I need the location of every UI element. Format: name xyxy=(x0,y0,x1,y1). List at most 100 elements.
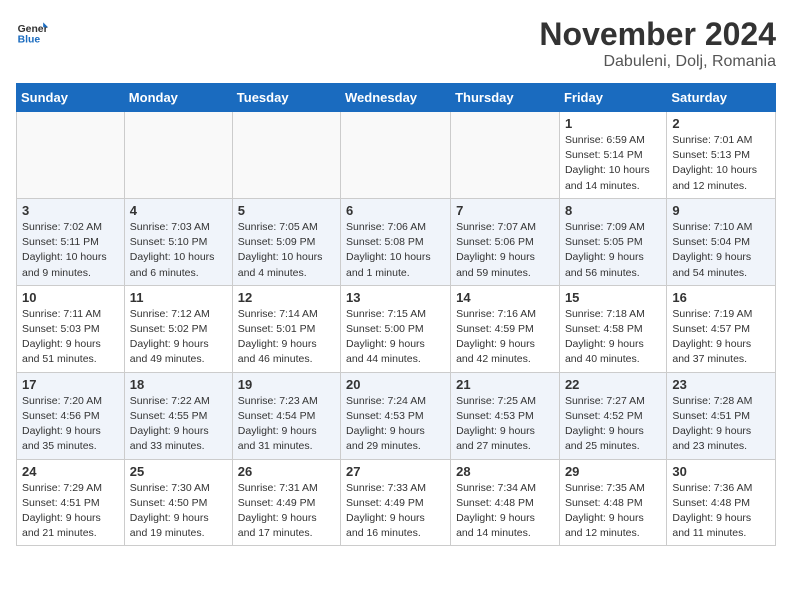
day-info: Sunrise: 7:16 AM Sunset: 4:59 PM Dayligh… xyxy=(456,307,554,368)
calendar-cell: 16 Sunrise: 7:19 AM Sunset: 4:57 PM Dayli… xyxy=(667,285,776,372)
day-number: 9 xyxy=(672,203,770,218)
calendar-week-row: 24 Sunrise: 7:29 AM Sunset: 4:51 PM Dayli… xyxy=(17,459,776,546)
day-number: 14 xyxy=(456,290,554,305)
calendar-cell: 24 Sunrise: 7:29 AM Sunset: 4:51 PM Dayli… xyxy=(17,459,125,546)
day-info: Sunrise: 7:31 AM Sunset: 4:49 PM Dayligh… xyxy=(238,481,335,542)
day-number: 5 xyxy=(238,203,335,218)
day-info: Sunrise: 7:34 AM Sunset: 4:48 PM Dayligh… xyxy=(456,481,554,542)
day-info: Sunrise: 7:01 AM Sunset: 5:13 PM Dayligh… xyxy=(672,133,770,194)
location: Dabuleni, Dolj, Romania xyxy=(539,53,776,71)
calendar-cell: 30 Sunrise: 7:36 AM Sunset: 4:48 PM Dayli… xyxy=(667,459,776,546)
day-info: Sunrise: 7:29 AM Sunset: 4:51 PM Dayligh… xyxy=(22,481,119,542)
calendar-cell: 11 Sunrise: 7:12 AM Sunset: 5:02 PM Dayli… xyxy=(124,285,232,372)
day-number: 12 xyxy=(238,290,335,305)
weekday-header-friday: Friday xyxy=(559,84,666,112)
weekday-header-sunday: Sunday xyxy=(17,84,125,112)
calendar-cell: 4Sunrise: 7:03 AM Sunset: 5:10 PM Daylig… xyxy=(124,198,232,285)
day-number: 26 xyxy=(238,464,335,479)
day-info: Sunrise: 7:06 AM Sunset: 5:08 PM Dayligh… xyxy=(346,220,445,281)
day-number: 1 xyxy=(565,116,661,131)
day-number: 13 xyxy=(346,290,445,305)
calendar-week-row: 17Sunrise: 7:20 AM Sunset: 4:56 PM Dayli… xyxy=(17,372,776,459)
day-info: Sunrise: 7:03 AM Sunset: 5:10 PM Dayligh… xyxy=(130,220,227,281)
month-title: November 2024 xyxy=(539,16,776,53)
day-info: Sunrise: 7:23 AM Sunset: 4:54 PM Dayligh… xyxy=(238,394,335,455)
day-number: 3 xyxy=(22,203,119,218)
day-info: Sunrise: 7:02 AM Sunset: 5:11 PM Dayligh… xyxy=(22,220,119,281)
day-number: 7 xyxy=(456,203,554,218)
calendar-cell xyxy=(451,112,560,199)
calendar-cell: 5 Sunrise: 7:05 AM Sunset: 5:09 PM Daylig… xyxy=(232,198,340,285)
calendar-week-row: 1 Sunrise: 6:59 AM Sunset: 5:14 PM Daylig… xyxy=(17,112,776,199)
day-info: Sunrise: 7:18 AM Sunset: 4:58 PM Dayligh… xyxy=(565,307,661,368)
calendar-cell xyxy=(124,112,232,199)
day-number: 17 xyxy=(22,377,119,392)
calendar-cell: 10Sunrise: 7:11 AM Sunset: 5:03 PM Dayli… xyxy=(17,285,125,372)
day-info: Sunrise: 7:12 AM Sunset: 5:02 PM Dayligh… xyxy=(130,307,227,368)
day-info: Sunrise: 7:19 AM Sunset: 4:57 PM Dayligh… xyxy=(672,307,770,368)
calendar-cell: 25 Sunrise: 7:30 AM Sunset: 4:50 PM Dayli… xyxy=(124,459,232,546)
calendar-cell xyxy=(17,112,125,199)
day-number: 10 xyxy=(22,290,119,305)
day-info: Sunrise: 7:22 AM Sunset: 4:55 PM Dayligh… xyxy=(130,394,227,455)
day-number: 29 xyxy=(565,464,661,479)
calendar-cell: 27 Sunrise: 7:33 AM Sunset: 4:49 PM Dayli… xyxy=(341,459,451,546)
day-number: 24 xyxy=(22,464,119,479)
calendar-cell: 6 Sunrise: 7:06 AM Sunset: 5:08 PM Daylig… xyxy=(341,198,451,285)
day-number: 25 xyxy=(130,464,227,479)
weekday-header-wednesday: Wednesday xyxy=(341,84,451,112)
day-number: 8 xyxy=(565,203,661,218)
day-info: Sunrise: 7:24 AM Sunset: 4:53 PM Dayligh… xyxy=(346,394,445,455)
day-number: 11 xyxy=(130,290,227,305)
calendar-table: SundayMondayTuesdayWednesdayThursdayFrid… xyxy=(16,83,776,546)
day-number: 28 xyxy=(456,464,554,479)
title-section: November 2024 Dabuleni, Dolj, Romania xyxy=(539,16,776,71)
day-number: 27 xyxy=(346,464,445,479)
calendar-week-row: 3 Sunrise: 7:02 AM Sunset: 5:11 PM Daylig… xyxy=(17,198,776,285)
calendar-cell: 21 Sunrise: 7:25 AM Sunset: 4:53 PM Dayli… xyxy=(451,372,560,459)
day-number: 30 xyxy=(672,464,770,479)
svg-text:Blue: Blue xyxy=(18,34,41,45)
day-number: 2 xyxy=(672,116,770,131)
day-number: 18 xyxy=(130,377,227,392)
weekday-header-monday: Monday xyxy=(124,84,232,112)
calendar-cell: 19 Sunrise: 7:23 AM Sunset: 4:54 PM Dayli… xyxy=(232,372,340,459)
day-number: 6 xyxy=(346,203,445,218)
day-info: Sunrise: 7:14 AM Sunset: 5:01 PM Dayligh… xyxy=(238,307,335,368)
day-number: 19 xyxy=(238,377,335,392)
day-info: Sunrise: 6:59 AM Sunset: 5:14 PM Dayligh… xyxy=(565,133,661,194)
day-info: Sunrise: 7:09 AM Sunset: 5:05 PM Dayligh… xyxy=(565,220,661,281)
calendar-cell: 12 Sunrise: 7:14 AM Sunset: 5:01 PM Dayli… xyxy=(232,285,340,372)
day-number: 23 xyxy=(672,377,770,392)
calendar-cell: 26 Sunrise: 7:31 AM Sunset: 4:49 PM Dayli… xyxy=(232,459,340,546)
day-info: Sunrise: 7:27 AM Sunset: 4:52 PM Dayligh… xyxy=(565,394,661,455)
day-info: Sunrise: 7:30 AM Sunset: 4:50 PM Dayligh… xyxy=(130,481,227,542)
page-header: General Blue November 2024 Dabuleni, Dol… xyxy=(16,16,776,71)
calendar-cell: 14 Sunrise: 7:16 AM Sunset: 4:59 PM Dayli… xyxy=(451,285,560,372)
calendar-cell: 22 Sunrise: 7:27 AM Sunset: 4:52 PM Dayli… xyxy=(559,372,666,459)
day-number: 15 xyxy=(565,290,661,305)
calendar-cell: 1 Sunrise: 6:59 AM Sunset: 5:14 PM Daylig… xyxy=(559,112,666,199)
day-info: Sunrise: 7:05 AM Sunset: 5:09 PM Dayligh… xyxy=(238,220,335,281)
calendar-cell: 3 Sunrise: 7:02 AM Sunset: 5:11 PM Daylig… xyxy=(17,198,125,285)
day-info: Sunrise: 7:07 AM Sunset: 5:06 PM Dayligh… xyxy=(456,220,554,281)
calendar-cell xyxy=(232,112,340,199)
calendar-cell: 13Sunrise: 7:15 AM Sunset: 5:00 PM Dayli… xyxy=(341,285,451,372)
logo-icon: General Blue xyxy=(16,16,48,48)
day-number: 16 xyxy=(672,290,770,305)
calendar-cell: 29 Sunrise: 7:35 AM Sunset: 4:48 PM Dayli… xyxy=(559,459,666,546)
weekday-header-saturday: Saturday xyxy=(667,84,776,112)
day-number: 21 xyxy=(456,377,554,392)
calendar-cell: 23Sunrise: 7:28 AM Sunset: 4:51 PM Dayli… xyxy=(667,372,776,459)
day-info: Sunrise: 7:35 AM Sunset: 4:48 PM Dayligh… xyxy=(565,481,661,542)
calendar-cell: 18 Sunrise: 7:22 AM Sunset: 4:55 PM Dayli… xyxy=(124,372,232,459)
calendar-cell: 15 Sunrise: 7:18 AM Sunset: 4:58 PM Dayli… xyxy=(559,285,666,372)
day-info: Sunrise: 7:36 AM Sunset: 4:48 PM Dayligh… xyxy=(672,481,770,542)
calendar-cell: 8 Sunrise: 7:09 AM Sunset: 5:05 PM Daylig… xyxy=(559,198,666,285)
calendar-cell xyxy=(341,112,451,199)
day-info: Sunrise: 7:10 AM Sunset: 5:04 PM Dayligh… xyxy=(672,220,770,281)
day-info: Sunrise: 7:25 AM Sunset: 4:53 PM Dayligh… xyxy=(456,394,554,455)
logo: General Blue xyxy=(16,16,48,48)
day-number: 22 xyxy=(565,377,661,392)
day-info: Sunrise: 7:33 AM Sunset: 4:49 PM Dayligh… xyxy=(346,481,445,542)
